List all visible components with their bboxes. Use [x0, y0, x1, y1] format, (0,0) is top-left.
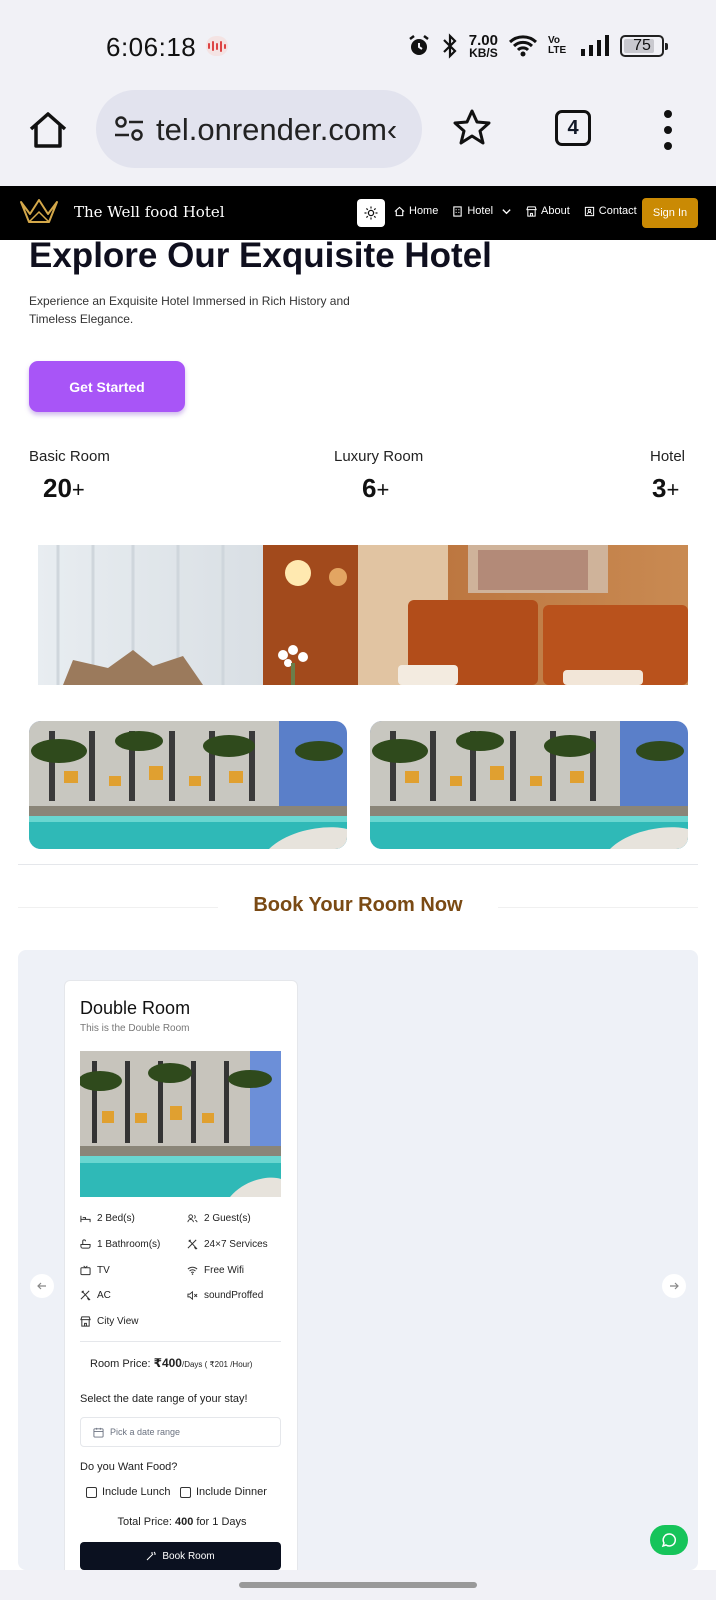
contact-icon: [584, 206, 594, 216]
arrow-right-icon: [670, 1282, 679, 1290]
bluetooth-icon: [443, 33, 457, 59]
food-question: Do you Want Food?: [80, 1461, 178, 1473]
feature-services: 24×7 Services: [187, 1239, 268, 1250]
feature-guests: 2 Guest(s): [187, 1213, 251, 1224]
status-icons: 7.00 KB/S Vo LTE 75: [407, 28, 668, 64]
booking-section-title: Book Your Room Now: [253, 894, 463, 916]
stat-label: Basic Room: [29, 448, 110, 465]
stat-label: Hotel: [650, 448, 686, 465]
wifi-icon: [508, 35, 538, 57]
stat-value: 6+: [362, 473, 390, 503]
site-logo-text[interactable]: The Well food Hotel: [74, 203, 225, 221]
room-image: [80, 1051, 281, 1197]
mute-icon: [187, 1290, 198, 1301]
feature-ac: AC: [80, 1290, 111, 1301]
bookmark-star-icon[interactable]: [452, 108, 492, 148]
city-icon: [80, 1316, 91, 1327]
calendar-icon: [93, 1427, 104, 1438]
nav-link-home[interactable]: Home: [394, 205, 438, 217]
section-divider: [18, 864, 698, 865]
hero-subtitle: Experience an Exquisite Hotel Immersed i…: [29, 294, 350, 326]
home-icon[interactable]: [26, 108, 70, 152]
nav-link-about[interactable]: About: [526, 205, 570, 217]
chat-icon: [661, 1533, 677, 1548]
feature-bathrooms: 1 Bathroom(s): [80, 1239, 160, 1250]
stat-label: Luxury Room: [334, 448, 424, 465]
crown-logo-icon[interactable]: [18, 196, 60, 228]
bath-icon: [80, 1239, 91, 1249]
gesture-handle[interactable]: [239, 1582, 477, 1588]
feature-tv: TV: [80, 1265, 110, 1276]
nav-link-hotel[interactable]: Hotel: [452, 205, 512, 217]
url-text[interactable]: ›tel.onrender.com: [156, 112, 412, 148]
booking-carousel: Double Room This is the Double Room 2 Be…: [18, 950, 698, 1580]
status-bar: 6:06:18 7.00 KB/S Vo LTE 75: [0, 0, 716, 90]
stat-value: 3+: [652, 473, 680, 503]
overflow-menu-icon[interactable]: [662, 110, 674, 150]
carousel-next-button[interactable]: [662, 1274, 686, 1298]
room-card: Double Room This is the Double Room 2 Be…: [64, 980, 298, 1580]
status-time: 6:06:18: [106, 32, 197, 62]
stat-hotel: Hotel 3+: [650, 448, 685, 504]
include-lunch-checkbox[interactable]: Include Lunch: [86, 1486, 171, 1498]
store-icon: [526, 205, 537, 217]
tv-icon: [80, 1265, 91, 1276]
utensils-icon: [187, 1239, 198, 1250]
feature-beds: 2 Bed(s): [80, 1213, 135, 1224]
room-price: Room Price: ₹400/Days ( ₹201 /Hour): [90, 1356, 253, 1370]
checkbox-box[interactable]: [86, 1486, 97, 1498]
theme-toggle-button[interactable]: [357, 199, 385, 227]
include-dinner-checkbox[interactable]: Include Dinner: [180, 1486, 267, 1498]
hotel-room-banner-image: [38, 545, 688, 685]
feature-soundproof: soundProffed: [187, 1290, 263, 1301]
pool-image-2: [370, 721, 688, 849]
network-speed: 7.00 KB/S: [468, 31, 498, 60]
get-started-button[interactable]: Get Started: [29, 361, 185, 412]
bed-icon: [80, 1215, 91, 1223]
chevron-down-icon: [502, 208, 511, 214]
home-icon: [394, 206, 405, 216]
feature-wifi: Free Wifi: [187, 1265, 244, 1276]
card-divider: [80, 1341, 281, 1342]
tab-switcher-button[interactable]: 4: [555, 110, 591, 146]
stat-basic-room: Basic Room 20+: [29, 448, 110, 504]
pool-image-1: [29, 721, 347, 849]
room-subtitle: This is the Double Room: [80, 1023, 190, 1034]
date-range-picker[interactable]: Pick a date range: [80, 1417, 281, 1447]
hero-title: Explore Our Exquisite Hotel: [29, 236, 492, 275]
users-icon: [187, 1214, 198, 1223]
signal-icon: [581, 35, 609, 56]
url-bar[interactable]: ›tel.onrender.com: [96, 90, 422, 168]
ac-icon: [80, 1290, 91, 1301]
chat-button[interactable]: [650, 1525, 688, 1555]
battery-icon: 75: [620, 35, 668, 57]
stat-value: 20+: [43, 473, 85, 503]
site-settings-icon[interactable]: [114, 116, 144, 142]
room-title: Double Room: [80, 998, 191, 1018]
date-range-question: Select the date range of your stay!: [80, 1393, 248, 1405]
browser-toolbar: ›tel.onrender.com 4: [0, 90, 716, 186]
wand-icon: [147, 1551, 157, 1561]
recording-icon: [206, 36, 228, 56]
volte-indicator: Vo LTE: [548, 35, 567, 56]
hotel-icon: [453, 205, 463, 217]
gesture-bar: [0, 1570, 716, 1600]
nav-link-contact[interactable]: Contact: [584, 205, 637, 217]
sun-icon: [364, 206, 378, 220]
arrow-left-icon: [37, 1282, 46, 1290]
checkbox-box[interactable]: [180, 1486, 191, 1498]
wifi-icon: [187, 1266, 198, 1275]
total-price: Total Price: 400 for 1 Days: [117, 1516, 247, 1528]
feature-city-view: City View: [80, 1316, 139, 1327]
site-navbar: The Well food Hotel Home Hotel About Con…: [0, 186, 716, 240]
stat-luxury-room: Luxury Room 6+: [334, 448, 423, 504]
book-room-button[interactable]: Book Room: [80, 1542, 281, 1570]
sign-in-button[interactable]: Sign In: [642, 198, 698, 228]
carousel-prev-button[interactable]: [30, 1274, 54, 1298]
alarm-icon: [409, 35, 429, 55]
